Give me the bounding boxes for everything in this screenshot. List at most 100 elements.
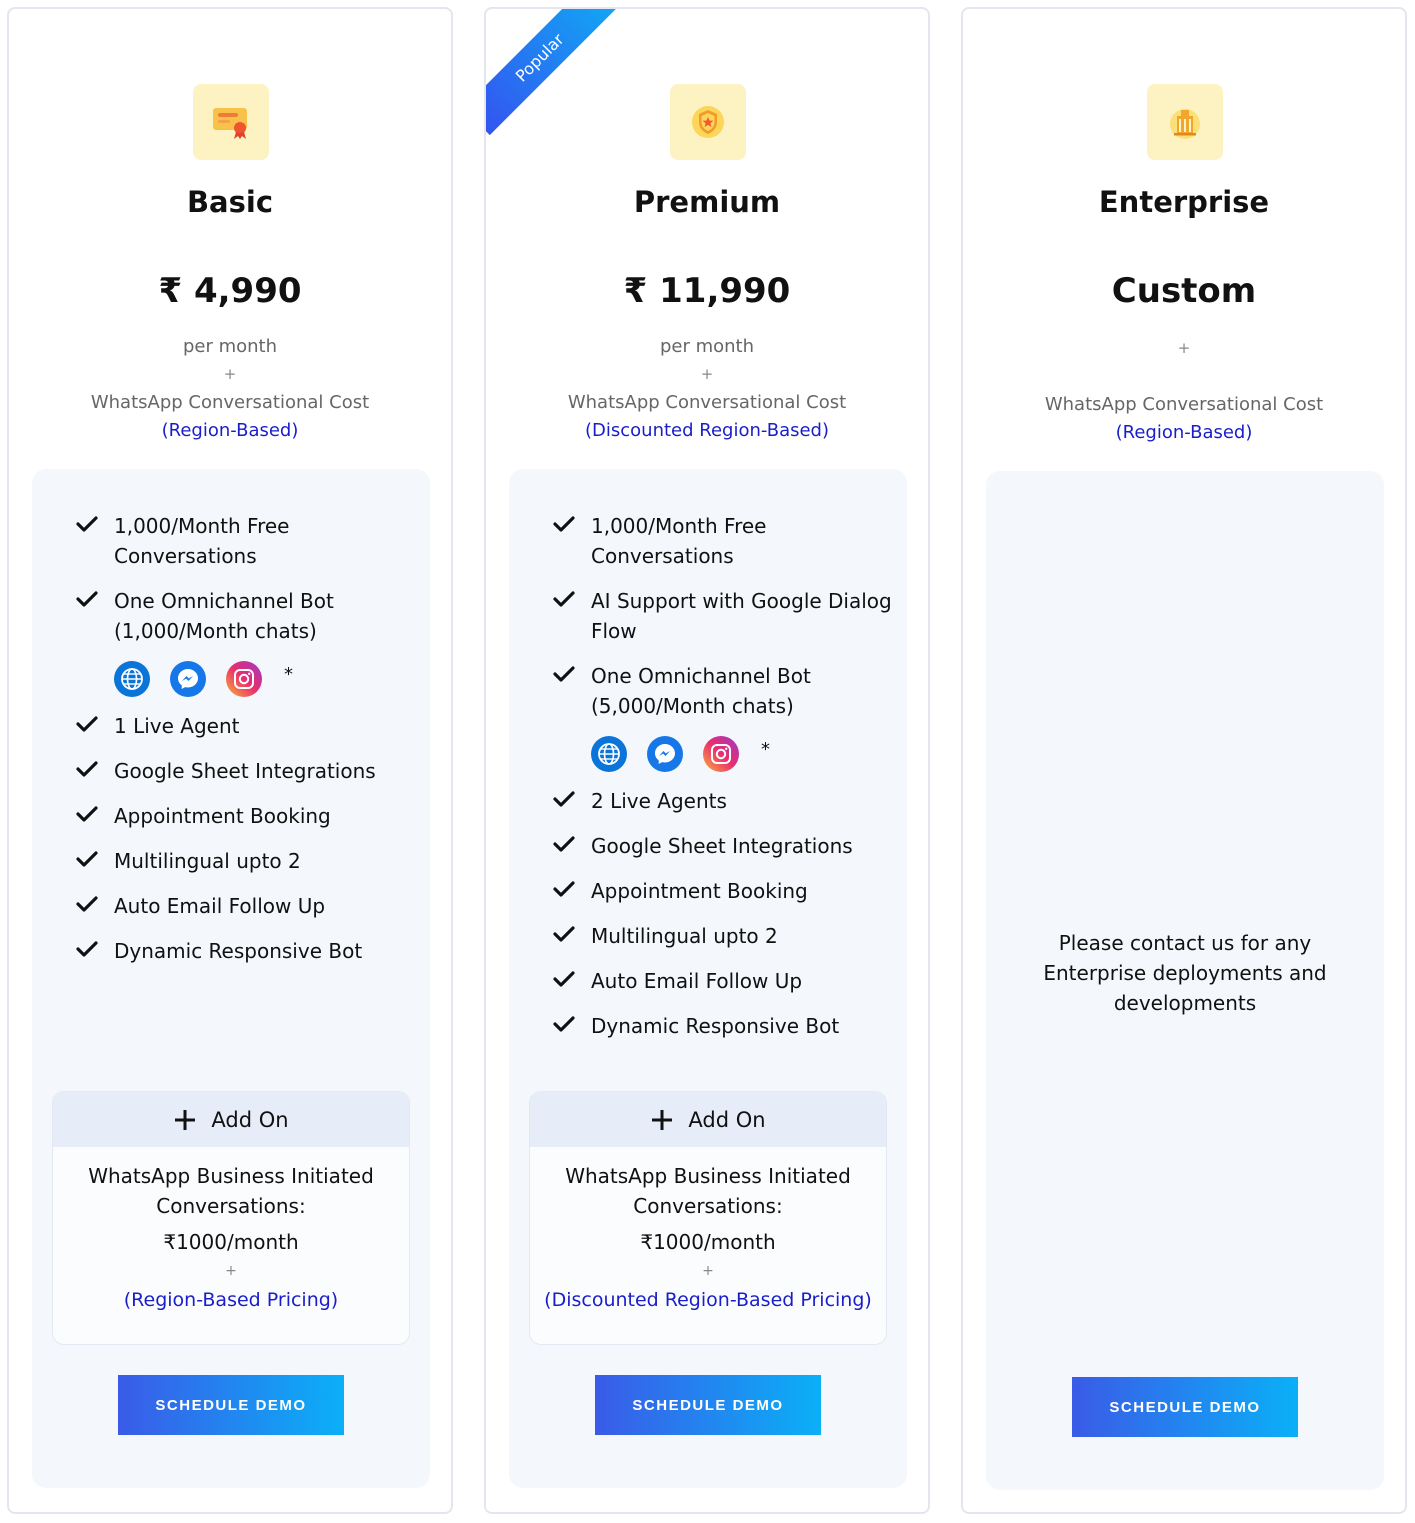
- price-plus: +: [700, 365, 714, 383]
- feature-item: Multilingual upto 2: [553, 921, 893, 951]
- addon-box: Add On WhatsApp Business Initiated Conve…: [529, 1091, 887, 1345]
- addon-plus: +: [225, 1263, 237, 1279]
- check-icon: [76, 941, 98, 957]
- feature-text: AI Support with Google Dialog Flow: [591, 589, 892, 643]
- check-icon: [76, 716, 98, 732]
- addon-body: WhatsApp Business Initiated Conversation…: [53, 1147, 409, 1315]
- building-icon: [1147, 84, 1223, 160]
- certificate-icon: [193, 84, 269, 160]
- price-period: per month: [659, 336, 755, 357]
- feature-item: 2 Live Agents: [553, 786, 893, 816]
- check-icon: [553, 926, 575, 942]
- feature-text: Multilingual upto 2: [591, 924, 778, 948]
- enterprise-contact-message: Please contact us for any Enterprise dep…: [1043, 931, 1327, 1015]
- feature-item: One Omnichannel Bot (1,000/Month chats): [76, 586, 416, 646]
- addon-description: WhatsApp Business Initiated Conversation…: [565, 1164, 851, 1218]
- schedule-demo-button[interactable]: SCHEDULE DEMO: [118, 1375, 344, 1435]
- addon-price: ₹1000/month: [640, 1230, 776, 1254]
- messenger-icon: [647, 736, 683, 772]
- conversational-cost-label: WhatsApp Conversational Cost: [1044, 394, 1324, 415]
- schedule-demo-button[interactable]: SCHEDULE DEMO: [1072, 1377, 1298, 1437]
- check-icon: [553, 516, 575, 532]
- channel-icons: *: [114, 659, 416, 699]
- plan-name: Enterprise: [1098, 185, 1270, 219]
- feature-text: 1,000/Month Free Conversations: [114, 514, 290, 568]
- feature-item: 1,000/Month Free Conversations: [553, 511, 893, 571]
- price-plus: +: [1177, 339, 1191, 357]
- instagram-icon: [703, 736, 739, 772]
- addon-price: ₹1000/month: [163, 1230, 299, 1254]
- addon-region-note: (Discounted Region-Based Pricing): [544, 1289, 872, 1311]
- feature-text: Google Sheet Integrations: [114, 759, 376, 783]
- feature-item: Auto Email Follow Up: [553, 966, 893, 996]
- addon-description: WhatsApp Business Initiated Conversation…: [88, 1164, 374, 1218]
- check-icon: [553, 666, 575, 682]
- instagram-icon: [226, 661, 262, 697]
- addon-plus: +: [702, 1263, 714, 1279]
- check-icon: [76, 516, 98, 532]
- addon-header: Add On: [530, 1092, 886, 1147]
- plus-icon: [652, 1109, 673, 1130]
- messenger-icon: [170, 661, 206, 697]
- plan-price: ₹ 4,990: [158, 271, 302, 311]
- feature-text: Appointment Booking: [114, 804, 331, 828]
- feature-item: 1,000/Month Free Conversations: [76, 511, 416, 571]
- plan-name: Basic: [186, 185, 274, 219]
- globe-icon: [591, 736, 627, 772]
- feature-item: Appointment Booking: [553, 876, 893, 906]
- popular-ribbon: Popular: [486, 9, 618, 136]
- feature-text: Dynamic Responsive Bot: [591, 1014, 840, 1038]
- feature-item: Dynamic Responsive Bot: [553, 1011, 893, 1041]
- feature-panel: Please contact us for any Enterprise dep…: [986, 471, 1384, 1490]
- channels-asterisk: *: [284, 663, 293, 685]
- feature-text: Auto Email Follow Up: [591, 969, 803, 993]
- feature-panel: 1,000/Month Free Conversations One Omnic…: [32, 469, 430, 1488]
- feature-item: Google Sheet Integrations: [553, 831, 893, 861]
- globe-icon: [114, 661, 150, 697]
- check-icon: [553, 1016, 575, 1032]
- feature-text: Auto Email Follow Up: [114, 894, 326, 918]
- check-icon: [553, 791, 575, 807]
- check-icon: [553, 836, 575, 852]
- feature-text: Dynamic Responsive Bot: [114, 939, 363, 963]
- feature-text: 2 Live Agents: [591, 789, 727, 813]
- feature-list: 1,000/Month Free Conversations AI Suppor…: [553, 511, 893, 1056]
- addon-title: Add On: [688, 1107, 766, 1132]
- channel-icons: *: [591, 734, 893, 774]
- feature-item: Google Sheet Integrations: [76, 756, 416, 786]
- check-icon: [76, 761, 98, 777]
- conversational-cost-label: WhatsApp Conversational Cost: [567, 392, 847, 413]
- feature-item: 1 Live Agent: [76, 711, 416, 741]
- price-plus: +: [223, 365, 237, 383]
- feature-text: One Omnichannel Bot (1,000/Month chats): [114, 589, 334, 643]
- addon-header: Add On: [53, 1092, 409, 1147]
- plan-price: Custom: [1111, 271, 1257, 311]
- feature-text: One Omnichannel Bot (5,000/Month chats): [591, 664, 811, 718]
- addon-body: WhatsApp Business Initiated Conversation…: [530, 1147, 886, 1315]
- plan-card-basic: Basic ₹ 4,990 per month + WhatsApp Conve…: [7, 7, 453, 1514]
- check-icon: [553, 971, 575, 987]
- region-based-note: (Discounted Region-Based): [584, 420, 830, 441]
- schedule-demo-button[interactable]: SCHEDULE DEMO: [595, 1375, 821, 1435]
- plan-card-enterprise: Enterprise Custom + WhatsApp Conversatio…: [961, 7, 1407, 1514]
- feature-item: One Omnichannel Bot (5,000/Month chats): [553, 661, 893, 721]
- region-based-note: (Region-Based): [1115, 422, 1253, 443]
- check-icon: [553, 881, 575, 897]
- check-icon: [76, 806, 98, 822]
- plan-name: Premium: [633, 185, 781, 219]
- plan-price: ₹ 11,990: [623, 271, 791, 311]
- feature-panel: 1,000/Month Free Conversations AI Suppor…: [509, 469, 907, 1488]
- feature-item: Appointment Booking: [76, 801, 416, 831]
- feature-text: Appointment Booking: [591, 879, 808, 903]
- conversational-cost-label: WhatsApp Conversational Cost: [90, 392, 370, 413]
- region-based-note: (Region-Based): [161, 420, 299, 441]
- feature-item: AI Support with Google Dialog Flow: [553, 586, 893, 646]
- addon-region-note: (Region-Based Pricing): [123, 1289, 339, 1311]
- price-period: per month: [182, 336, 278, 357]
- addon-box: Add On WhatsApp Business Initiated Conve…: [52, 1091, 410, 1345]
- check-icon: [553, 591, 575, 607]
- shield-badge-icon: [670, 84, 746, 160]
- feature-text: Google Sheet Integrations: [591, 834, 853, 858]
- feature-text: 1,000/Month Free Conversations: [591, 514, 767, 568]
- feature-text: Multilingual upto 2: [114, 849, 301, 873]
